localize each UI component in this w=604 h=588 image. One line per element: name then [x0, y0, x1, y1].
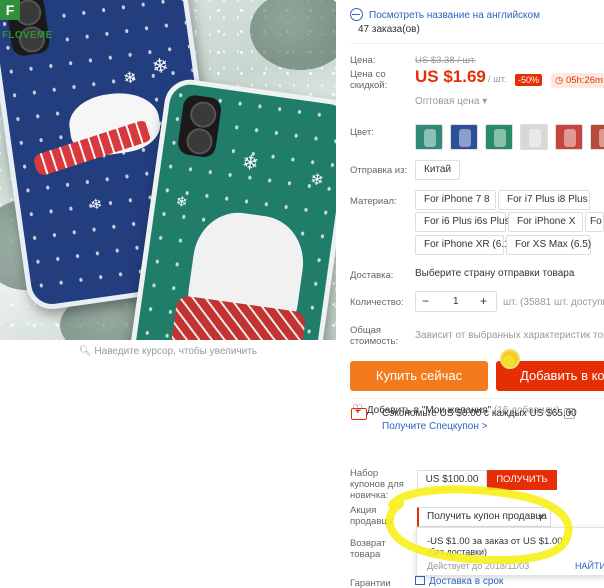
- special-coupon-link[interactable]: Получите Спецкупон >: [382, 421, 488, 432]
- guarantee-label: Гарантии: [350, 578, 391, 588]
- seller-coupon-popup: -US $1.00 за заказ от US $1.00 (без дост…: [416, 527, 604, 576]
- discount-price-label: Цена со скидкой:: [350, 69, 388, 91]
- coupon-note: (без доставки): [427, 547, 488, 557]
- color-swatch[interactable]: [520, 124, 548, 150]
- color-swatch[interactable]: [415, 124, 443, 150]
- returns-label: Возврат товара: [350, 538, 386, 560]
- countdown-timer: ◷ 05h:26m:04: [551, 73, 604, 88]
- material-option[interactable]: For i7 Plus i8 Plus: [498, 190, 590, 210]
- zoom-hint: 🔍︎ Наведите курсор, чтобы увеличить: [78, 346, 258, 357]
- quantity-decrease-button[interactable]: −: [422, 294, 429, 308]
- material-option[interactable]: For XS Max (6.5): [506, 235, 591, 255]
- product-info-panel: Посмотреть название на английском 47 зак…: [350, 0, 604, 588]
- delivery-country-select[interactable]: Выберите страну отправки товара: [415, 268, 574, 279]
- clock-icon: ◷: [555, 75, 566, 86]
- snowflake-icon: ❄: [150, 54, 171, 79]
- quantity-stepper: − 1 +: [415, 291, 497, 312]
- seller-promo-label: Акция продавца:: [350, 505, 395, 527]
- translate-link[interactable]: Посмотреть название на английском: [350, 8, 540, 21]
- buy-now-button[interactable]: Купить сейчас: [350, 361, 488, 391]
- magnifier-icon: 🔍︎: [78, 346, 95, 357]
- material-option[interactable]: For iPhone XR (6.1): [415, 235, 513, 255]
- brand-logo-text: FLOVEME: [2, 30, 53, 41]
- material-option[interactable]: For iPhone X: [508, 212, 583, 232]
- caret-down-icon: [538, 515, 544, 519]
- price-label: Цена:: [350, 55, 376, 66]
- brand-logo-mark: F: [0, 0, 20, 20]
- guarantee-value[interactable]: Доставка в срок: [415, 576, 503, 587]
- color-swatch[interactable]: [590, 124, 604, 150]
- brand-logo: F FLOVEME: [0, 0, 66, 44]
- coupon-valid-until: Действует до 2018/11/03: [427, 561, 530, 571]
- ship-from-option[interactable]: Китай: [415, 160, 461, 180]
- coupon-take-button[interactable]: НАЙТИ: [575, 561, 604, 571]
- coupon-terms: -US $1.00 за заказ от US $1.00: [427, 536, 563, 547]
- promo-text: Сэкономьте US $6.00 с каждых US $65.00: [382, 408, 577, 419]
- material-label: Материал:: [350, 196, 397, 207]
- snowflake-icon: ❄: [240, 151, 261, 176]
- product-image[interactable]: ❄ ❄ ❄ ❄ ❄ ❄ F FLOVEME: [0, 0, 336, 340]
- divider: [350, 398, 604, 399]
- globe-icon: [350, 8, 363, 21]
- color-label: Цвет:: [350, 127, 374, 138]
- total-label: Общая стоимость:: [350, 325, 399, 347]
- material-option[interactable]: Fo: [585, 212, 604, 232]
- snowflake-icon: ❄: [122, 69, 138, 88]
- coupon-icon: [351, 406, 367, 420]
- orders-count: 47 заказа(ов): [358, 24, 420, 35]
- divider: [350, 43, 604, 44]
- current-price: US $1.69/ шт.: [415, 67, 507, 86]
- old-price: US $3.38 / шт.: [415, 55, 477, 66]
- ship-from-label: Отправка из:: [350, 165, 408, 176]
- shield-icon: [415, 576, 425, 585]
- quantity-increase-button[interactable]: +: [480, 294, 487, 308]
- snowflake-icon: ❄: [174, 192, 189, 211]
- get-newbie-coupon-button[interactable]: ПОЛУЧИТЬ: [487, 470, 557, 490]
- newbie-coupon-amount: US $100.00: [417, 470, 487, 490]
- material-option[interactable]: For i6 Plus i6s Plus: [415, 212, 510, 232]
- cart-badge-icon: [500, 349, 520, 369]
- wholesale-price-toggle[interactable]: Оптовая цена ▾: [415, 96, 487, 107]
- delivery-label: Доставка:: [350, 270, 394, 281]
- discount-badge: -50%: [515, 74, 543, 86]
- quantity-input[interactable]: 1: [453, 296, 459, 307]
- snowflake-icon: ❄: [309, 171, 325, 190]
- total-value: Зависит от выбранных характеристик товар…: [415, 330, 604, 341]
- newbie-coupon-label: Набор купонов для новичка:: [350, 468, 404, 501]
- material-option[interactable]: For iPhone 7 8: [415, 190, 496, 210]
- seller-coupon-dropdown[interactable]: Получить купон продавца: [417, 507, 551, 527]
- color-swatch[interactable]: [485, 124, 513, 150]
- snowflake-icon: ❄: [89, 195, 104, 213]
- quantity-available: шт. (35881 шт. доступно): [503, 297, 604, 308]
- color-swatch[interactable]: [555, 124, 583, 150]
- quantity-label: Количество:: [350, 297, 404, 308]
- color-swatch[interactable]: [450, 124, 478, 150]
